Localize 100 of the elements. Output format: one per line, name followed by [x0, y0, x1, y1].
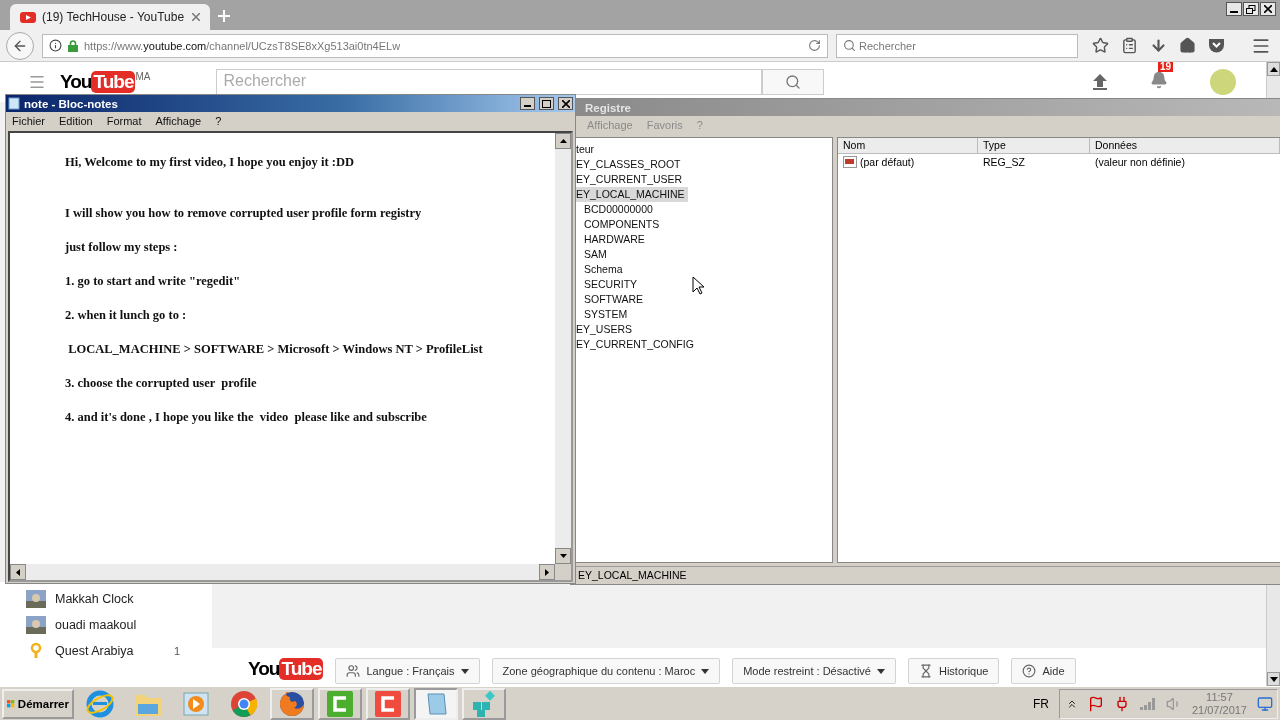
play-logo-icon — [20, 11, 36, 23]
tree-item[interactable]: BCD00000000 — [584, 202, 656, 217]
down-arrow-icon — [559, 554, 567, 558]
bell-icon[interactable] — [1150, 71, 1168, 89]
menu-icon[interactable] — [28, 73, 46, 91]
tree-item[interactable]: EY_USERS — [576, 322, 636, 337]
close-icon[interactable] — [192, 13, 200, 21]
reading-list-icon[interactable] — [1121, 37, 1138, 54]
menu-item[interactable]: Affichage — [155, 115, 202, 127]
scrollbar[interactable] — [555, 133, 571, 564]
minimize-button[interactable] — [1226, 2, 1242, 16]
tree-item[interactable]: SYSTEM — [584, 307, 631, 322]
language-indicator[interactable]: FR — [1032, 696, 1049, 711]
restore-icon — [1246, 4, 1256, 14]
column-header[interactable]: Type — [978, 138, 1090, 154]
flag-icon[interactable] — [1087, 695, 1104, 712]
browser-e-icon — [85, 688, 115, 719]
string-value-icon — [843, 156, 857, 168]
start-button[interactable]: Démarrer — [2, 688, 74, 719]
tree-item[interactable]: teur — [576, 142, 598, 157]
info-icon[interactable] — [49, 39, 62, 52]
scroll-down-button[interactable] — [1267, 672, 1280, 686]
subscription-item[interactable]: ouadi maakoul — [26, 616, 212, 634]
close-button[interactable] — [558, 97, 573, 110]
star-icon[interactable] — [1092, 37, 1109, 54]
left-arrow-icon — [16, 568, 20, 576]
taskbar-app-button[interactable] — [270, 687, 314, 720]
taskbar-app-button[interactable] — [318, 687, 362, 720]
placeholder: Rechercher — [859, 39, 916, 52]
hourglass-icon — [918, 664, 933, 678]
window-title: note - Bloc-notes — [24, 97, 119, 110]
table-cell: (par défaut) — [860, 156, 915, 168]
address-field[interactable]: https://www.youtube.com/channel/UCzsT8SE8xXg513ai0tn4ELw — [42, 33, 828, 58]
text-line: I will show you how to remove corrupted user profile form registry — [65, 205, 423, 222]
tree-item[interactable]: HARDWARE — [584, 232, 648, 247]
subscription-item[interactable]: Makkah Clock — [26, 590, 212, 608]
subscription-item[interactable]: Quest Arabiya 1 — [26, 642, 212, 660]
download-icon[interactable] — [1150, 37, 1167, 54]
scroll-up-button[interactable] — [1267, 62, 1280, 76]
scroll-left-button[interactable] — [10, 564, 26, 580]
text-area[interactable] — [10, 133, 555, 564]
search-field[interactable]: Rechercher — [836, 33, 1078, 58]
down-arrow-icon — [1269, 676, 1278, 682]
menu-item[interactable]: Edition — [59, 115, 93, 127]
menu-item[interactable]: Fichier — [12, 115, 45, 127]
text-line: LOCAL_MACHINE > SOFTWARE > Microsoft > Windows NT > ProfileList — [67, 341, 484, 358]
footer-button[interactable]: Langue : Français — [335, 658, 480, 684]
column-header[interactable]: Données — [1090, 138, 1280, 154]
scrollbar[interactable] — [10, 564, 555, 580]
tree-item[interactable]: EY_CLASSES_ROOT — [576, 157, 684, 172]
tree-item[interactable]: EY_CURRENT_USER — [576, 172, 686, 187]
text-line: 3. choose the corrupted user profile — [65, 375, 258, 392]
minimize-button[interactable] — [520, 97, 535, 110]
tree-item[interactable]: EY_CURRENT_CONFIG — [576, 337, 697, 352]
lock-icon — [68, 39, 78, 52]
cursor-icon — [692, 276, 705, 295]
scroll-down-button[interactable] — [555, 548, 571, 564]
show-desktop-icon[interactable] — [1257, 695, 1273, 712]
restore-button[interactable] — [1243, 2, 1259, 16]
text-line: Hi, Welcome to my first video, I hope you enjoy it :DD — [65, 154, 355, 171]
table-cell-text: REG_SZ — [982, 156, 1026, 168]
people-icon — [346, 664, 361, 678]
window-title: Registre — [585, 101, 632, 114]
close-button[interactable] — [1260, 2, 1276, 16]
up-arrow-icon — [559, 139, 567, 143]
tree-item[interactable]: SOFTWARE — [584, 292, 647, 307]
table-cell-text: (valeur non définie) — [1094, 156, 1186, 168]
tree-item[interactable]: Schema — [584, 262, 626, 277]
home-icon[interactable] — [1179, 37, 1196, 54]
pocket-icon[interactable] — [1208, 38, 1225, 53]
browser-tab[interactable]: (19) TechHouse - YouTube — [10, 4, 210, 30]
back-button[interactable] — [6, 31, 34, 60]
column-header[interactable]: Nom — [838, 138, 978, 154]
footer-button[interactable]: Mode restreint : Désactivé — [732, 658, 896, 684]
search-icon — [843, 39, 856, 52]
footer-button[interactable]: Aide — [1011, 658, 1076, 684]
text-line: 2. when it lunch go to : — [65, 307, 188, 324]
text-line: just follow my steps : — [65, 239, 179, 256]
scroll-up-button[interactable] — [555, 133, 571, 149]
right-arrow-icon — [545, 568, 549, 576]
notification-badge: 19 — [1158, 62, 1174, 72]
help-icon — [1022, 664, 1037, 678]
search-icon — [785, 74, 802, 90]
search-button[interactable] — [762, 69, 825, 95]
menu-item[interactable]: Format — [106, 115, 142, 127]
tree-item[interactable]: SAM — [584, 247, 610, 262]
taskbar-app-button[interactable] — [366, 687, 410, 720]
tree-item[interactable]: EY_LOCAL_MACHINE — [576, 187, 688, 202]
tree-item[interactable]: SECURITY — [584, 277, 641, 292]
menu-item[interactable]: ? — [215, 115, 222, 127]
scroll-right-button[interactable] — [539, 564, 555, 580]
maximize-button[interactable] — [539, 97, 554, 110]
maximize-icon — [542, 99, 551, 108]
reload-icon[interactable] — [808, 39, 821, 52]
footer-button[interactable]: Zone géographique du contenu : Maroc — [491, 658, 721, 684]
footer-button[interactable]: Historique — [907, 658, 1000, 684]
text-line: 1. go to start and write "regedit" — [65, 273, 242, 290]
tree-item[interactable]: COMPONENTS — [584, 217, 663, 232]
value-row[interactable]: (par défaut) REG_SZ (valeur non définie) — [838, 154, 1280, 170]
upload-icon[interactable] — [1092, 74, 1108, 90]
